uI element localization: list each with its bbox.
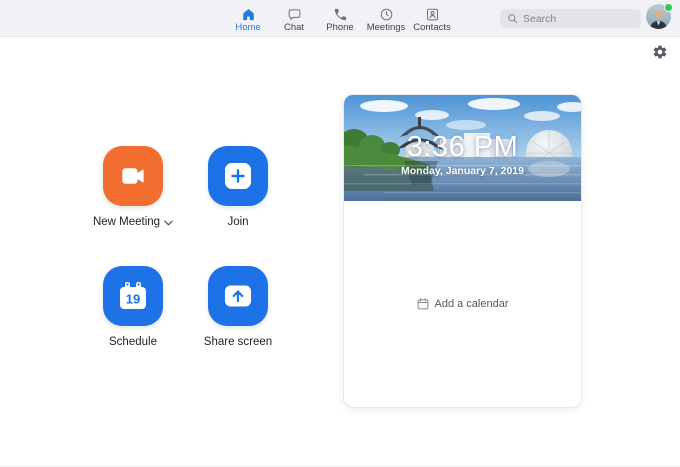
share-arrow-icon <box>222 283 254 309</box>
tab-phone-label: Phone <box>326 23 353 33</box>
action-new-meeting: New Meeting <box>103 146 163 228</box>
phone-icon <box>333 7 348 22</box>
tab-contacts-label: Contacts <box>413 23 451 33</box>
action-share-screen: Share screen <box>208 266 268 348</box>
schedule-button[interactable]: 19 <box>103 266 163 326</box>
contact-card-icon <box>425 7 440 22</box>
header-bar: Home Chat Phone Meetings <box>0 0 680 37</box>
schedule-label: Schedule <box>109 336 157 348</box>
tab-meetings-label: Meetings <box>367 23 406 33</box>
add-calendar-button[interactable]: Add a calendar <box>417 298 509 310</box>
calendar-card-body: Add a calendar <box>344 201 581 407</box>
join-label-row: Join <box>227 216 248 228</box>
new-meeting-button[interactable] <box>103 146 163 206</box>
video-camera-icon <box>118 161 148 191</box>
search-input[interactable] <box>523 13 634 25</box>
calendar-card: 3:36 PM Monday, January 7, 2019 Add a ca… <box>343 94 582 408</box>
calendar-add-icon <box>417 298 429 310</box>
action-schedule: 19 Schedule <box>103 266 163 348</box>
join-label: Join <box>227 216 248 228</box>
new-meeting-label: New Meeting <box>93 216 160 228</box>
tab-home-label: Home <box>235 23 260 33</box>
new-meeting-label-row: New Meeting <box>93 216 173 228</box>
clock-icon <box>379 7 394 22</box>
zoom-home-window: Home Chat Phone Meetings <box>0 0 680 467</box>
search-box[interactable] <box>500 9 641 28</box>
calendar-photo: 3:36 PM Monday, January 7, 2019 <box>344 95 581 201</box>
action-join: Join <box>208 146 268 228</box>
share-screen-label-row: Share screen <box>204 336 272 348</box>
add-calendar-label: Add a calendar <box>435 298 509 310</box>
share-screen-button[interactable] <box>208 266 268 326</box>
share-screen-label: Share screen <box>204 336 272 348</box>
join-button[interactable] <box>208 146 268 206</box>
tab-contacts[interactable]: Contacts <box>409 4 455 33</box>
tab-phone[interactable]: Phone <box>317 4 363 33</box>
calendar-icon: 19 <box>117 281 149 311</box>
home-icon <box>241 7 256 22</box>
tab-home[interactable]: Home <box>225 4 271 33</box>
plus-icon <box>223 161 253 191</box>
schedule-date-badge: 19 <box>126 292 140 307</box>
main-nav: Home Chat Phone Meetings <box>225 0 455 37</box>
schedule-label-row: Schedule <box>109 336 157 348</box>
tab-chat-label: Chat <box>284 23 304 33</box>
settings-gear-icon[interactable] <box>652 44 668 60</box>
tab-meetings[interactable]: Meetings <box>363 4 409 33</box>
user-avatar[interactable] <box>646 4 671 29</box>
search-icon <box>507 13 518 24</box>
chat-bubble-icon <box>287 7 302 22</box>
chevron-down-icon[interactable] <box>164 218 173 226</box>
online-status-dot <box>664 3 673 12</box>
tab-chat[interactable]: Chat <box>271 4 317 33</box>
